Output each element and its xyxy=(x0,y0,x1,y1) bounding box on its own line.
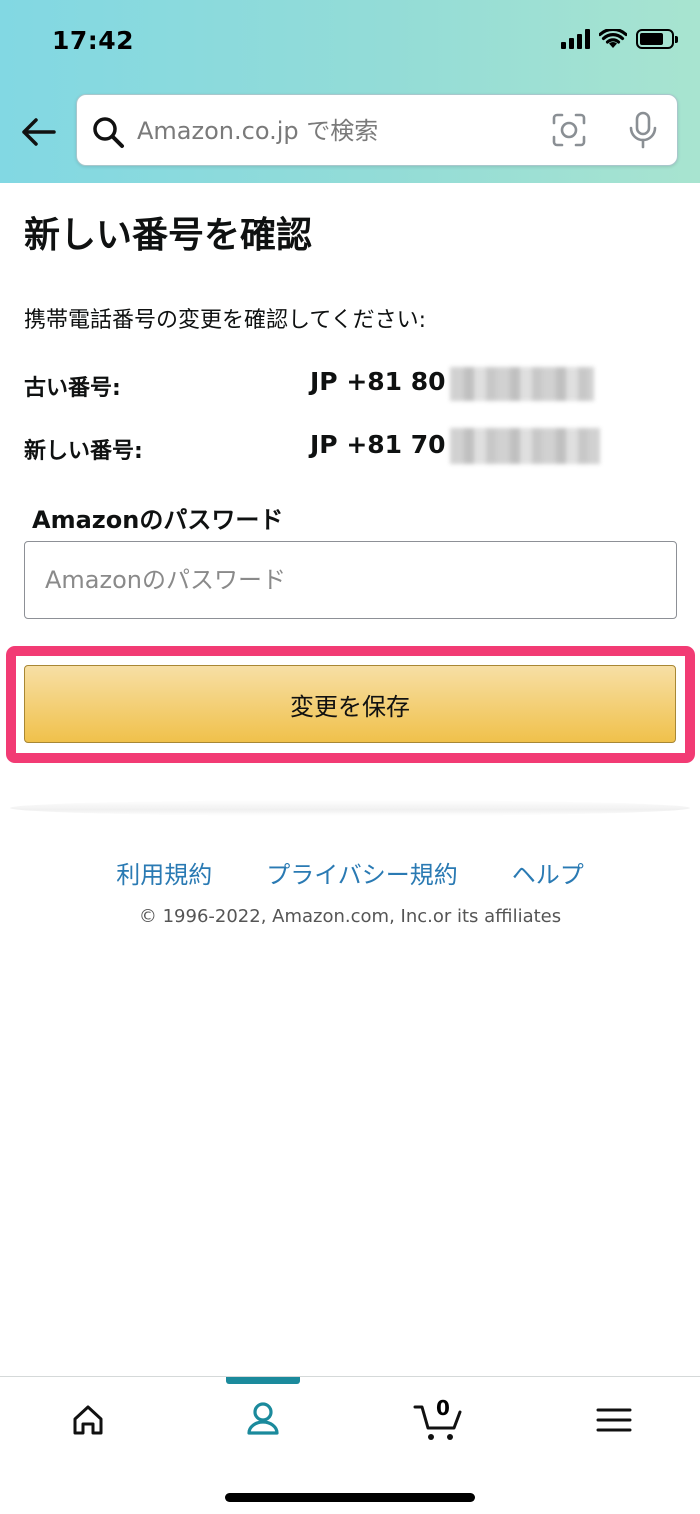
status-icons xyxy=(561,29,678,49)
privacy-link[interactable]: プライバシー規約 xyxy=(266,855,458,890)
search-icon xyxy=(93,117,124,148)
home-icon[interactable] xyxy=(58,1395,118,1445)
copyright-text: © 1996-2022, Amazon.com, Inc.or its affi… xyxy=(138,906,562,927)
hamburger-menu-icon[interactable] xyxy=(584,1395,644,1445)
terms-link[interactable]: 利用規約 xyxy=(116,855,212,890)
footer-links: 利用規約 プライバシー規約 ヘルプ xyxy=(0,855,700,890)
new-number-redaction xyxy=(450,428,600,464)
microphone-icon[interactable] xyxy=(627,111,659,149)
new-number-value: JP +81 70 xyxy=(310,430,446,459)
signal-icon xyxy=(561,29,590,49)
old-number-redaction xyxy=(450,367,594,401)
active-tab-indicator xyxy=(226,1377,300,1384)
page: 17:42 Amazon.co.jp で検索 新しい番号を確認 携帯電話番号の変… xyxy=(0,0,700,1514)
old-number-label: 古い番号: xyxy=(24,376,121,401)
help-link[interactable]: ヘルプ xyxy=(512,855,584,890)
page-title: 新しい番号を確認 xyxy=(24,215,313,256)
instruction-text: 携帯電話番号の変更を確認してください: xyxy=(24,308,427,333)
user-icon[interactable] xyxy=(233,1395,293,1445)
back-arrow-icon[interactable] xyxy=(18,112,58,152)
password-label: Amazonのパスワード xyxy=(32,506,284,534)
status-time: 17:42 xyxy=(52,26,135,55)
section-divider xyxy=(10,800,690,816)
home-indicator xyxy=(225,1493,475,1502)
top-bar: 17:42 xyxy=(0,0,700,183)
new-number-label: 新しい番号: xyxy=(24,439,143,464)
old-number-value: JP +81 80 xyxy=(310,367,446,396)
camera-scan-icon[interactable] xyxy=(551,112,587,148)
search-bar[interactable] xyxy=(76,94,678,166)
save-changes-button[interactable]: 変更を保存 xyxy=(24,665,676,743)
wifi-icon xyxy=(599,29,627,48)
password-field[interactable] xyxy=(24,541,677,619)
search-input[interactable] xyxy=(137,109,507,153)
battery-icon xyxy=(636,29,678,49)
cart-count: 0 xyxy=(436,1396,450,1420)
